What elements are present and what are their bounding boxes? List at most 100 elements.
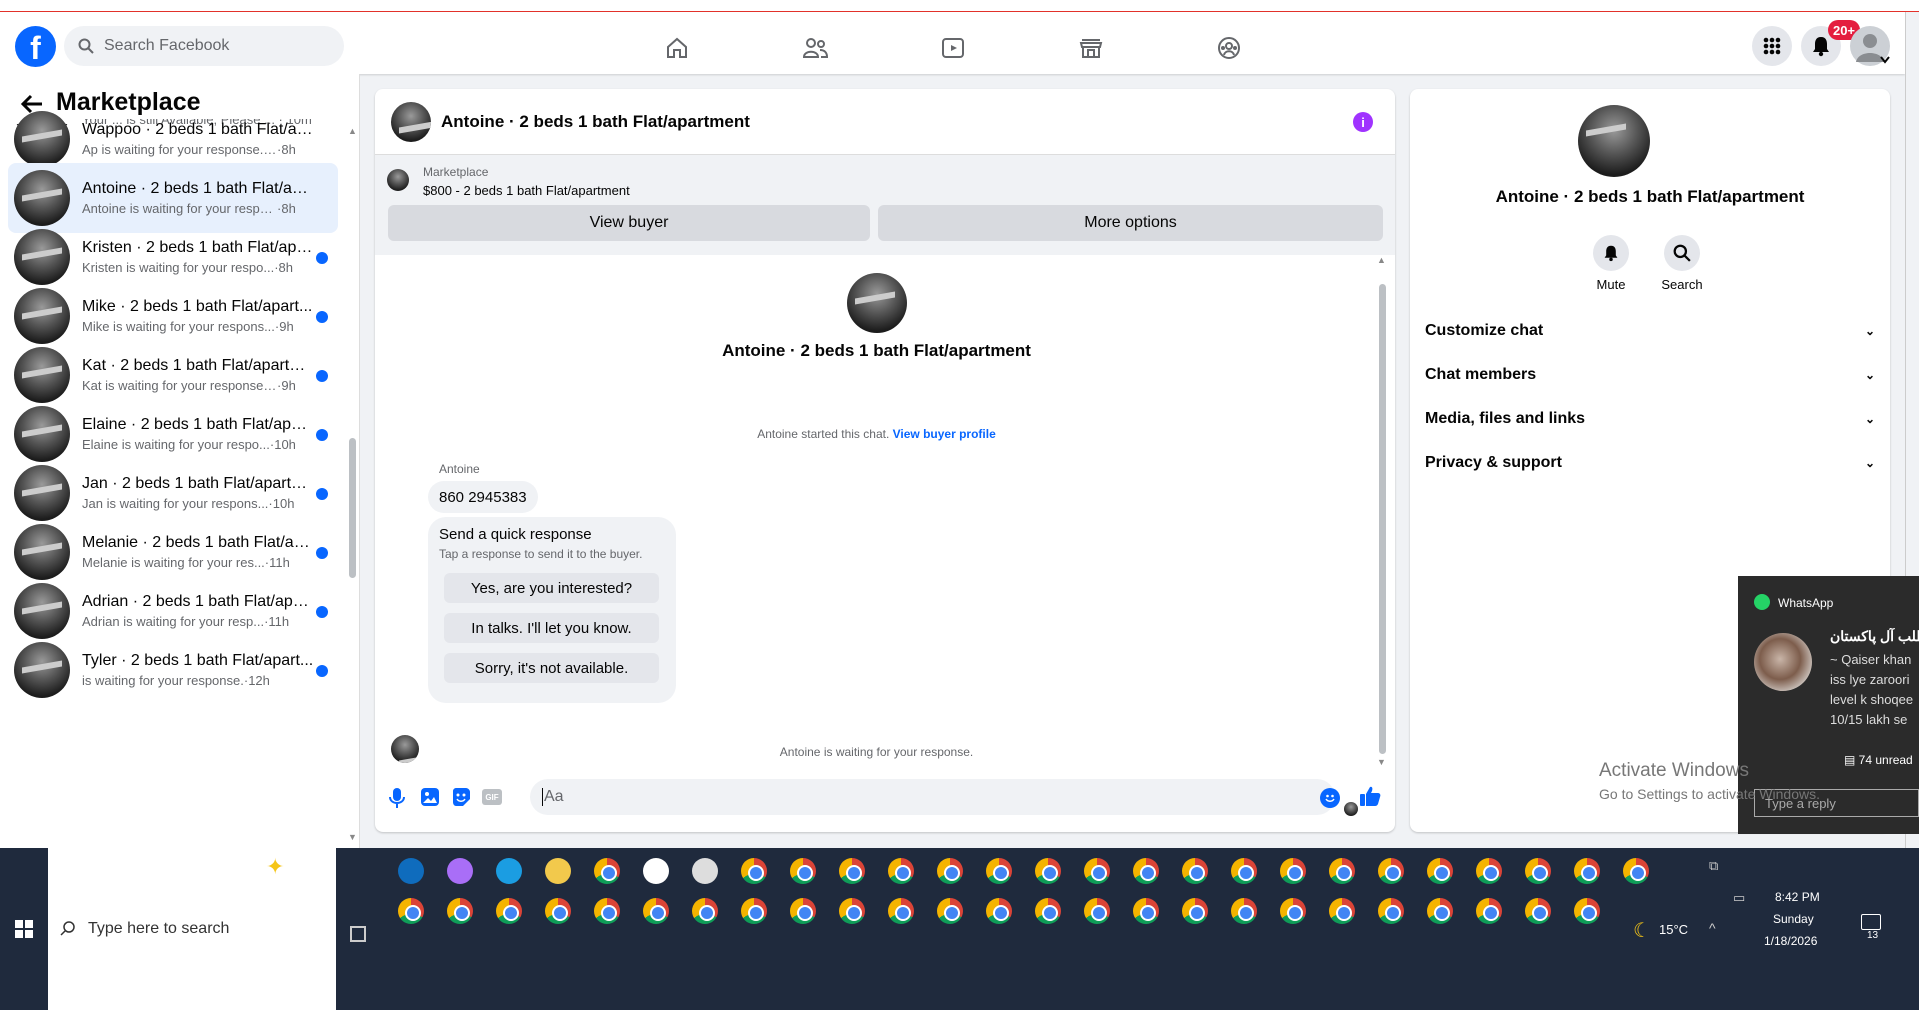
chrome-taskbar-icon[interactable]: [741, 858, 767, 884]
chrome-taskbar-icon[interactable]: [790, 858, 816, 884]
privacy-support-section[interactable]: Privacy & support ⌄: [1425, 441, 1875, 485]
chrome-taskbar-icon[interactable]: [1378, 898, 1404, 924]
chrome-taskbar-icon[interactable]: [1329, 858, 1355, 884]
chrome-taskbar-icon[interactable]: [790, 898, 816, 924]
quick-reply-not-available[interactable]: Sorry, it's not available.: [444, 653, 659, 683]
microphone-icon[interactable]: [389, 787, 405, 809]
chrome-taskbar-icon[interactable]: [1427, 858, 1453, 884]
task-view-icon[interactable]: [350, 926, 366, 942]
files-taskbar-icon[interactable]: [545, 858, 571, 884]
chrome-taskbar-icon[interactable]: [1182, 898, 1208, 924]
conversation-item[interactable]: Tyler · 2 beds 1 bath Flat/apart... is wa…: [8, 635, 338, 705]
chat-scroll-up-icon[interactable]: ▲: [1377, 255, 1386, 265]
chrome-taskbar-icon[interactable]: [496, 898, 522, 924]
thumbs-up-icon[interactable]: [1359, 785, 1381, 807]
home-icon[interactable]: [663, 34, 691, 62]
search-facebook-input[interactable]: Search Facebook: [64, 26, 344, 66]
chrome-taskbar-icon[interactable]: [1182, 858, 1208, 884]
chrome-taskbar-icon[interactable]: [986, 898, 1012, 924]
chrome-taskbar-icon[interactable]: [1084, 858, 1110, 884]
intro-avatar[interactable]: [847, 273, 907, 333]
quick-reply-in-talks[interactable]: In talks. I'll let you know.: [444, 613, 659, 643]
chrome-taskbar-icon[interactable]: [1574, 858, 1600, 884]
quick-reply-interested[interactable]: Yes, are you interested?: [444, 573, 659, 603]
chrome-taskbar-icon[interactable]: [1476, 898, 1502, 924]
chrome-taskbar-icon[interactable]: [398, 898, 424, 924]
chrome-taskbar-icon[interactable]: [643, 898, 669, 924]
groups-icon[interactable]: [1215, 34, 1243, 62]
mute-button[interactable]: [1593, 235, 1629, 271]
chrome-taskbar-icon[interactable]: [1231, 898, 1257, 924]
view-buyer-button[interactable]: View buyer: [388, 205, 870, 241]
chrome-taskbar-icon[interactable]: [1231, 858, 1257, 884]
network-icon[interactable]: ▭: [1733, 890, 1745, 906]
scroll-up-icon[interactable]: ▲: [348, 126, 357, 136]
chevron-up-icon[interactable]: ^: [1709, 920, 1716, 936]
notification-center-icon[interactable]: [1861, 914, 1881, 930]
media-files-links-section[interactable]: Media, files and links ⌄: [1425, 397, 1875, 441]
chrome-taskbar-icon[interactable]: [1427, 898, 1453, 924]
chrome-taskbar-icon[interactable]: [1133, 898, 1159, 924]
customize-chat-section[interactable]: Customize chat ⌄: [1425, 309, 1875, 353]
chrome-taskbar-icon[interactable]: [1329, 898, 1355, 924]
chrome-taskbar-icon[interactable]: [594, 898, 620, 924]
weather-temperature[interactable]: 15°C: [1659, 922, 1688, 937]
chrome-taskbar-icon[interactable]: [1574, 898, 1600, 924]
chat-scrollbar[interactable]: [1379, 284, 1386, 754]
chrome-taskbar-icon[interactable]: [986, 858, 1012, 884]
sticker-icon[interactable]: [451, 787, 471, 807]
chat-members-section[interactable]: Chat members ⌄: [1425, 353, 1875, 397]
taskbar-search-box[interactable]: Type here to search ✦: [48, 848, 336, 1010]
listing-thumbnail[interactable]: [387, 169, 409, 191]
chrome-taskbar-icon[interactable]: [741, 898, 767, 924]
photo-icon[interactable]: [420, 787, 440, 807]
chevron-down-icon[interactable]: [1880, 56, 1890, 64]
emoji-icon[interactable]: [1320, 788, 1340, 808]
chrome-taskbar-icon[interactable]: [545, 898, 571, 924]
chrome-taskbar-icon[interactable]: [839, 898, 865, 924]
chrome-taskbar-icon[interactable]: [1035, 898, 1061, 924]
listing-title[interactable]: $800 - 2 beds 1 bath Flat/apartment: [423, 183, 630, 198]
copilot-taskbar-icon[interactable]: [447, 858, 473, 884]
store-taskbar-icon[interactable]: [643, 858, 669, 884]
message-bubble[interactable]: 860 2945383: [428, 481, 538, 513]
chrome-taskbar-icon[interactable]: [937, 858, 963, 884]
chrome-taskbar-icon[interactable]: [447, 898, 473, 924]
chrome-taskbar-icon[interactable]: [1378, 858, 1404, 884]
chrome-taskbar-icon[interactable]: [839, 858, 865, 884]
chrome-taskbar-icon[interactable]: [937, 898, 963, 924]
chat-title[interactable]: Antoine · 2 beds 1 bath Flat/apartment: [441, 112, 750, 132]
message-input[interactable]: Aa: [530, 779, 1335, 815]
chrome-taskbar-icon[interactable]: [888, 898, 914, 924]
chrome-taskbar-icon[interactable]: [1280, 898, 1306, 924]
start-button[interactable]: [0, 848, 48, 1010]
chrome-taskbar-icon[interactable]: [1133, 858, 1159, 884]
details-avatar[interactable]: [1578, 105, 1650, 177]
hidden-icons-icon[interactable]: ⧉: [1709, 858, 1718, 874]
clock-time[interactable]: 8:42 PM: [1775, 890, 1820, 904]
chrome-taskbar-icon[interactable]: [888, 858, 914, 884]
chrome-taskbar-icon[interactable]: [1280, 858, 1306, 884]
scroll-down-icon[interactable]: ▼: [348, 832, 357, 842]
marketplace-icon[interactable]: [1077, 34, 1105, 62]
chrome-taskbar-icon[interactable]: [692, 898, 718, 924]
facebook-logo-icon[interactable]: f: [15, 26, 56, 67]
chat-scroll-down-icon[interactable]: ▼: [1377, 757, 1386, 767]
edge-taskbar-icon[interactable]: [496, 858, 522, 884]
chrome-taskbar-icon[interactable]: [1035, 858, 1061, 884]
app-taskbar-icon[interactable]: [692, 858, 718, 884]
chrome-taskbar-icon[interactable]: [1084, 898, 1110, 924]
info-icon[interactable]: i: [1353, 112, 1373, 132]
menu-grid-button[interactable]: [1752, 26, 1792, 66]
video-icon[interactable]: [939, 34, 967, 62]
chrome-taskbar-icon[interactable]: [1525, 898, 1551, 924]
chrome-taskbar-icon[interactable]: [1476, 858, 1502, 884]
view-buyer-profile-link[interactable]: View buyer profile: [893, 427, 996, 441]
gif-icon[interactable]: GIF: [482, 789, 502, 805]
chrome-taskbar-icon[interactable]: [594, 858, 620, 884]
outlook-taskbar-icon[interactable]: [398, 858, 424, 884]
buyer-avatar[interactable]: [391, 101, 431, 142]
search-chat-button[interactable]: [1664, 235, 1700, 271]
friends-icon[interactable]: [801, 34, 829, 62]
more-options-button[interactable]: More options: [878, 205, 1383, 241]
